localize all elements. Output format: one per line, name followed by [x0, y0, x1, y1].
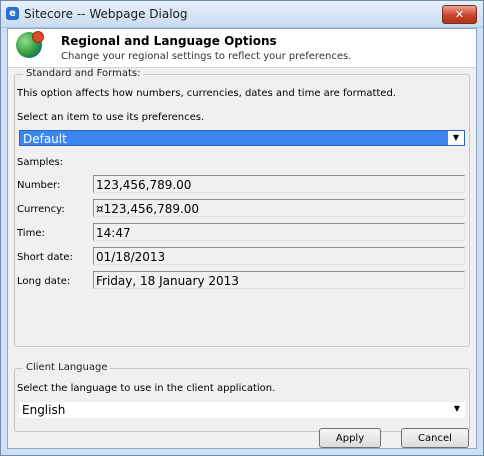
dialog-body: Standard and Formats: This option affect… — [8, 68, 476, 448]
sample-row-short-date: Short date: 01/18/2013 — [15, 247, 469, 267]
sample-value: 123,456,789.00 — [93, 175, 465, 193]
language-select-value: English — [22, 403, 66, 417]
sample-row-long-date: Long date: Friday, 18 January 2013 — [15, 271, 469, 291]
sample-row-number: Number: 123,456,789.00 — [15, 175, 469, 195]
chevron-down-icon[interactable]: ▼ — [449, 402, 465, 416]
globe-badge-icon — [32, 31, 44, 43]
dialog-header: Regional and Language Options Change you… — [8, 29, 476, 68]
sample-row-currency: Currency: ¤123,456,789.00 — [15, 199, 469, 219]
format-select[interactable]: Default ▼ — [19, 130, 465, 146]
ie-icon: e — [6, 7, 19, 20]
cancel-button[interactable]: Cancel — [401, 428, 469, 448]
format-description: This option affects how numbers, currenc… — [17, 88, 396, 99]
sample-row-time: Time: 14:47 — [15, 223, 469, 243]
sample-value: 14:47 — [93, 223, 465, 241]
header-title: Regional and Language Options — [61, 34, 277, 48]
sample-label: Time: — [17, 228, 45, 239]
client-language-group: Client Language Select the language to u… — [14, 362, 470, 432]
format-select-value: Default — [23, 132, 67, 146]
language-select[interactable]: English ▼ — [19, 402, 465, 418]
dialog-client-area: Regional and Language Options Change you… — [7, 28, 477, 449]
standard-formats-legend: Standard and Formats: — [23, 68, 144, 79]
client-language-description: Select the language to use in the client… — [17, 383, 276, 394]
sample-label: Long date: — [17, 276, 71, 287]
apply-button[interactable]: Apply — [319, 428, 381, 448]
client-language-legend: Client Language — [23, 362, 111, 373]
sample-label: Short date: — [17, 252, 73, 263]
sample-label: Currency: — [17, 204, 65, 215]
sample-value: 01/18/2013 — [93, 247, 465, 265]
close-button[interactable]: ✕ — [442, 5, 477, 24]
window-title: Sitecore -- Webpage Dialog — [24, 7, 188, 21]
select-item-label: Select an item to use its preferences. — [17, 112, 205, 123]
sample-value: Friday, 18 January 2013 — [93, 271, 465, 289]
sample-value: ¤123,456,789.00 — [93, 199, 465, 217]
dialog-window: e Sitecore -- Webpage Dialog ✕ Regional … — [0, 0, 484, 456]
samples-label: Samples: — [17, 157, 64, 168]
sample-label: Number: — [17, 180, 61, 191]
title-bar[interactable]: e Sitecore -- Webpage Dialog ✕ — [1, 1, 483, 28]
header-subtitle: Change your regional settings to reflect… — [61, 51, 352, 62]
standard-formats-group: Standard and Formats: This option affect… — [14, 68, 470, 347]
chevron-down-icon[interactable]: ▼ — [448, 131, 464, 145]
